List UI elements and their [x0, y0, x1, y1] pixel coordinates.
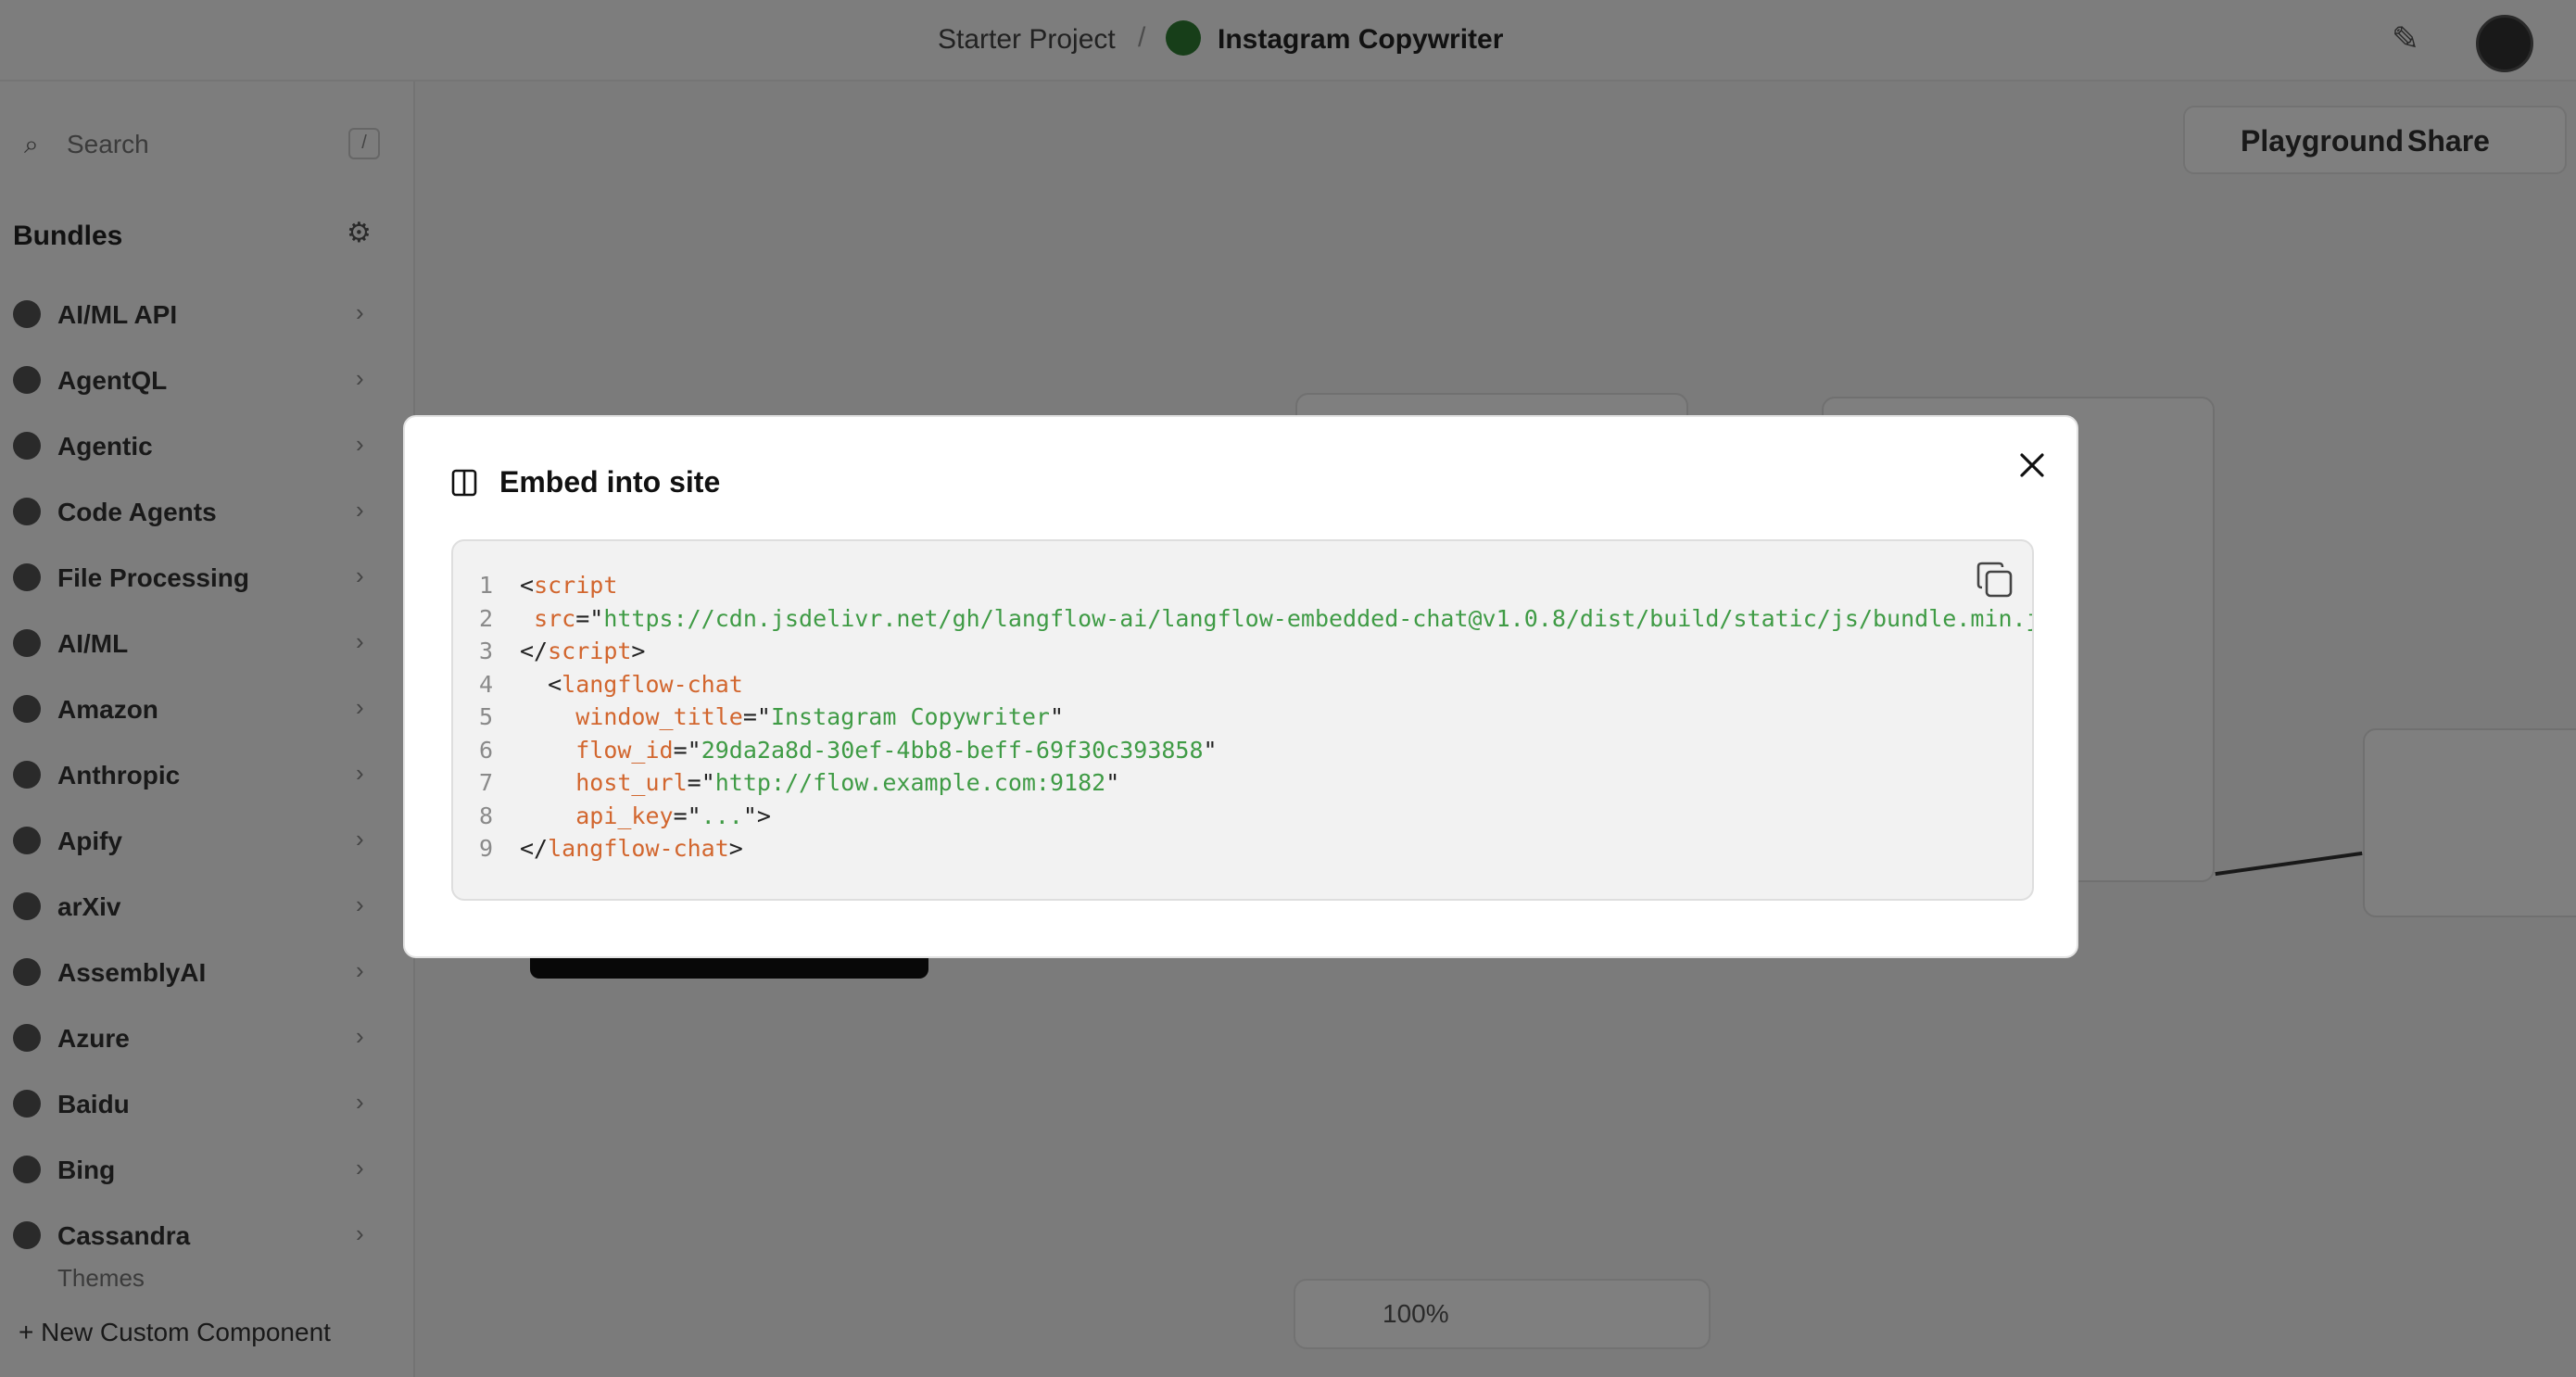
code-token: window_title	[575, 703, 743, 730]
code-token: Instagram Copywriter	[770, 703, 1050, 730]
code-line: 6 flow_id="29da2a8d-30ef-4bb8-beff-69f30…	[479, 734, 2032, 767]
code-token: ="	[673, 802, 701, 829]
line-number: 9	[479, 835, 494, 862]
code-token: </	[520, 835, 549, 862]
code-token: </	[520, 638, 549, 664]
line-number: 4	[479, 670, 494, 698]
line-number: 1	[479, 572, 494, 599]
code-line: 2 src="https://cdn.jsdelivr.net/gh/langf…	[479, 602, 2034, 636]
code-token: ="	[742, 703, 771, 730]
code-token: api_key	[575, 802, 674, 829]
code-token: script	[534, 572, 618, 599]
code-token: script	[548, 638, 632, 664]
code-token: "	[1105, 769, 1120, 796]
code-token: https://cdn.jsdelivr.net/gh/langflow-ai/…	[603, 604, 2034, 632]
code-token: ="	[673, 736, 701, 764]
code-token: "	[1049, 703, 1065, 730]
layout-panel-icon	[451, 469, 477, 497]
line-number: 3	[479, 638, 494, 664]
code-line: 1 <script	[479, 569, 2032, 602]
code-line: 3 </script>	[479, 635, 2032, 668]
code-token: langflow-chat	[562, 670, 743, 698]
code-token: 29da2a8d-30ef-4bb8-beff-69f30c393858	[701, 736, 1204, 764]
code-token: ...	[701, 802, 743, 829]
code-token: ="	[575, 604, 604, 632]
code-token: src	[534, 604, 576, 632]
code-token: "	[1203, 736, 1218, 764]
code-token: <	[520, 670, 562, 698]
code-token: host_url	[575, 769, 688, 796]
code-line: 7 host_url="http://flow.example.com:9182…	[479, 766, 2032, 800]
code-token: ="	[687, 769, 715, 796]
code-line: 9 </langflow-chat>	[479, 832, 2032, 865]
line-number: 8	[479, 802, 494, 829]
close-icon[interactable]	[2014, 447, 2051, 484]
code-token: langflow-chat	[548, 835, 729, 862]
line-number: 2	[479, 604, 494, 632]
embed-code[interactable]: 1 <script 2 src="https://cdn.jsdelivr.net/…	[479, 569, 2034, 865]
code-token: http://flow.example.com:9182	[714, 769, 1106, 796]
code-token: <	[520, 572, 535, 599]
code-token: ">	[742, 802, 771, 829]
line-number: 5	[479, 703, 494, 730]
embed-modal: Embed into site 1 <script 2 src="https://c…	[403, 415, 2078, 958]
code-token: >	[728, 835, 743, 862]
code-line: 8 api_key="...">	[479, 800, 2032, 833]
code-line: 5 window_title="Instagram Copywriter"	[479, 701, 2032, 734]
code-token: >	[631, 638, 646, 664]
code-token: flow_id	[575, 736, 674, 764]
line-number: 7	[479, 769, 494, 796]
line-number: 6	[479, 736, 494, 764]
modal-title: Embed into site	[499, 465, 721, 499]
code-line: 4 <langflow-chat	[479, 668, 2032, 701]
code-block: 1 <script 2 src="https://cdn.jsdelivr.net/…	[451, 539, 2034, 901]
